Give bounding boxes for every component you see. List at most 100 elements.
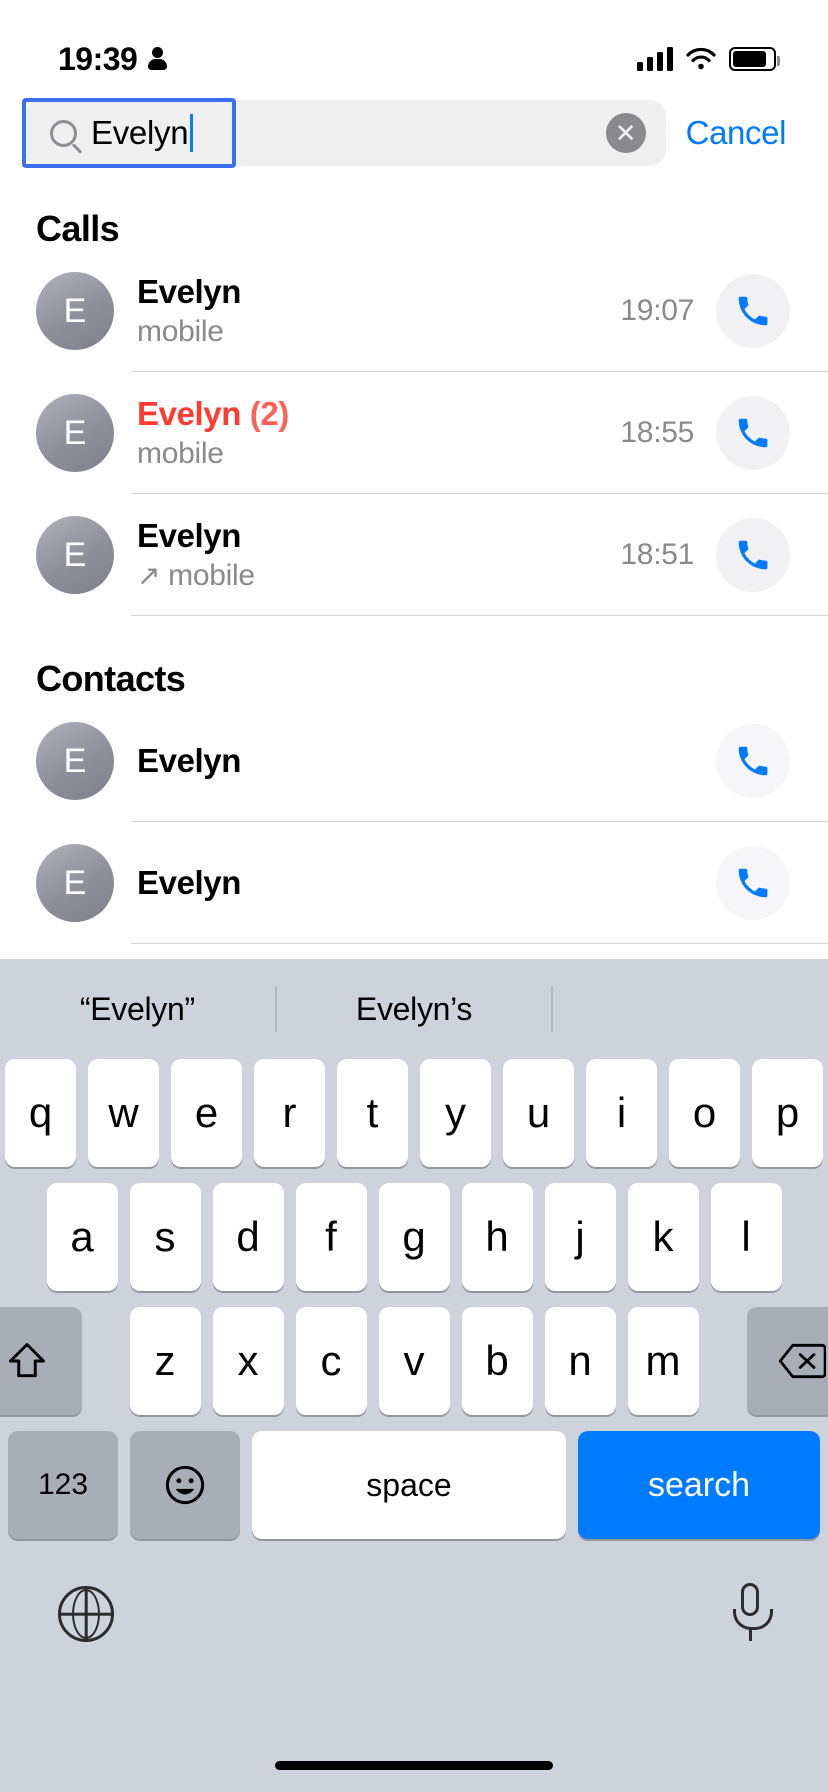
key-v[interactable]: v [378,1307,450,1415]
key-e[interactable]: e [171,1059,242,1167]
key-b[interactable]: b [461,1307,533,1415]
key-z[interactable]: z [129,1307,201,1415]
contact-name: Evelyn [137,742,241,779]
call-button[interactable] [716,724,790,798]
key-t[interactable]: t [337,1059,408,1167]
key-m[interactable]: m [627,1307,699,1415]
person-icon [147,45,168,73]
wifi-icon [686,47,716,71]
battery-icon [729,47,780,71]
key-i[interactable]: i [586,1059,657,1167]
suggestion-divider [551,986,554,1032]
row-separator [131,614,828,616]
row-content: Evelyn mobile [114,250,620,372]
key-j[interactable]: j [544,1183,616,1291]
clear-search-button[interactable]: ✕ [605,113,646,153]
key-u[interactable]: u [503,1059,574,1167]
numbers-key[interactable]: 123 [8,1431,118,1539]
key-a[interactable]: a [46,1183,118,1291]
key-o[interactable]: o [669,1059,740,1167]
key-h[interactable]: h [461,1183,533,1291]
key-d[interactable]: d [212,1183,284,1291]
key-g[interactable]: g [378,1183,450,1291]
search-input-value: Evelyn [91,114,592,152]
backspace-icon [778,1343,826,1379]
shift-key[interactable] [0,1307,82,1415]
call-name: Evelyn [137,517,241,554]
key-p[interactable]: p [752,1059,823,1167]
call-button[interactable] [716,846,790,920]
call-subtitle: mobile [137,315,620,349]
table-row[interactable]: E Evelyn [0,700,828,822]
emoji-key[interactable] [130,1431,240,1539]
calls-section-title: Calls [36,208,120,249]
call-time: 19:07 [620,294,694,327]
shift-icon [8,1343,45,1378]
cancel-button[interactable]: Cancel [674,114,804,152]
search-icon [50,119,77,147]
suggestion-1[interactable]: Evelyn’s [277,991,552,1028]
phone-icon [738,868,768,898]
call-name: Evelyn (2) [137,395,289,432]
call-button[interactable] [716,518,790,592]
call-time: 18:51 [620,538,694,571]
search-bar: Evelyn ✕ Cancel [0,92,828,168]
avatar: E [36,394,114,472]
table-row[interactable]: E Evelyn ↗ mobile 18:51 [0,494,828,616]
row-content: Evelyn ↗ mobile [114,494,620,616]
search-field-wrapper: Evelyn ✕ [22,98,666,168]
phone-icon [738,296,768,326]
key-w[interactable]: w [88,1059,159,1167]
search-return-key[interactable]: search [578,1431,820,1539]
call-label: mobile [168,559,255,592]
globe-icon[interactable] [58,1586,114,1642]
phone-screen: 19:39 Evelyn ✕ Cancel Calls E Evelyn mob… [0,0,828,1792]
keyboard: “Evelyn” Evelyn’s q w e r t y u i o p a … [0,959,828,1792]
call-time: 18:55 [620,416,694,449]
text-cursor [190,114,194,152]
microphone-icon[interactable] [730,1583,773,1645]
avatar: E [36,516,114,594]
phone-icon [738,540,768,570]
space-key[interactable]: space [252,1431,566,1539]
status-bar: 19:39 [0,0,828,92]
contacts-section-title: Contacts [36,658,186,699]
key-n[interactable]: n [544,1307,616,1415]
key-q[interactable]: q [5,1059,76,1167]
key-x[interactable]: x [212,1307,284,1415]
row-content: Evelyn (2) mobile [114,372,620,494]
key-s[interactable]: s [129,1183,201,1291]
key-r[interactable]: r [254,1059,325,1167]
call-button[interactable] [716,274,790,348]
status-time: 19:39 [58,40,138,77]
table-row[interactable]: E Evelyn mobile 19:07 [0,250,828,372]
call-subtitle: ↗ mobile [137,559,620,593]
table-row[interactable]: E Evelyn [0,822,828,944]
table-row[interactable]: E Evelyn (2) mobile 18:55 [0,372,828,494]
predictive-suggestion-bar: “Evelyn” Evelyn’s [0,959,828,1059]
key-l[interactable]: l [710,1183,782,1291]
status-bar-right [637,47,780,71]
emoji-icon [165,1465,205,1505]
row-separator [131,942,828,944]
status-bar-left: 19:39 [58,40,168,78]
keyboard-row-2: a s d f g h j k l [0,1183,828,1291]
suggestion-0[interactable]: “Evelyn” [0,991,275,1028]
key-c[interactable]: c [295,1307,367,1415]
key-f[interactable]: f [295,1183,367,1291]
keyboard-row-4: 123 space search [0,1431,828,1539]
keyboard-row-1: q w e r t y u i o p [0,1059,828,1167]
key-k[interactable]: k [627,1183,699,1291]
call-label: mobile [137,315,224,348]
phone-icon [738,746,768,776]
backspace-key[interactable] [746,1307,828,1415]
row-content: Evelyn [114,822,716,944]
key-y[interactable]: y [420,1059,491,1167]
contact-name: Evelyn [137,864,241,901]
avatar: E [36,722,114,800]
call-button[interactable] [716,396,790,470]
search-input[interactable]: Evelyn ✕ [24,100,666,166]
cellular-signal-icon [637,47,673,71]
call-name: Evelyn [137,273,241,310]
call-label: mobile [137,437,224,470]
